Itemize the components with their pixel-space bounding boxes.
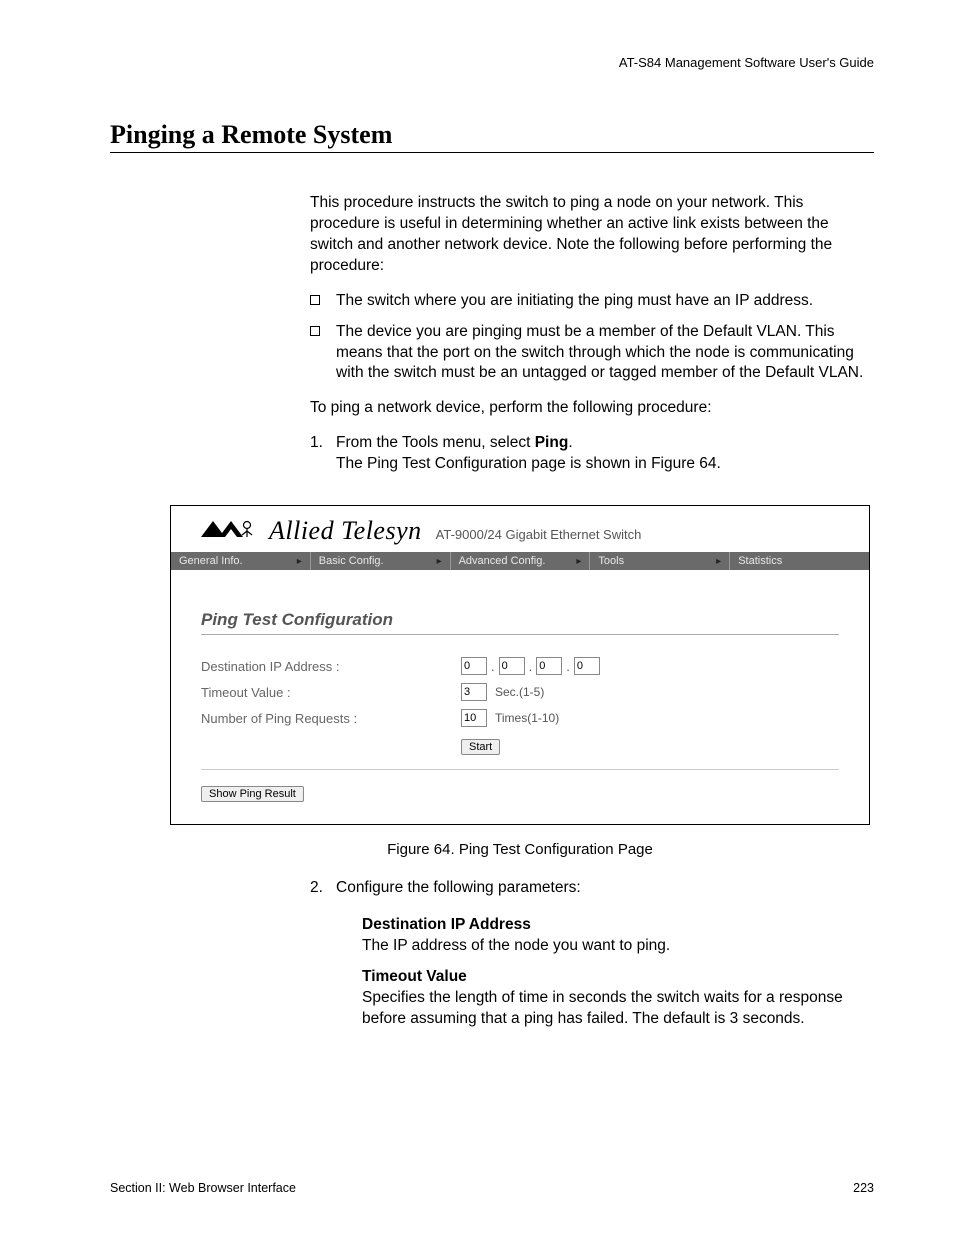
label-ping-count: Number of Ping Requests :	[201, 711, 461, 726]
bullet-item: The switch where you are initiating the …	[310, 291, 874, 312]
start-button[interactable]: Start	[461, 739, 500, 755]
row-show-result: Show Ping Result	[201, 769, 839, 802]
nav-general-info[interactable]: General Info.	[171, 552, 310, 570]
ip-octet-2[interactable]	[499, 657, 525, 675]
label-timeout: Timeout Value :	[201, 685, 461, 700]
nav-advanced-config[interactable]: Advanced Config.	[450, 552, 590, 570]
timeout-input[interactable]	[461, 683, 487, 701]
intro-paragraph: This procedure instructs the switch to p…	[310, 193, 874, 277]
ip-dot: .	[529, 659, 533, 674]
footer-section: Section II: Web Browser Interface	[110, 1181, 296, 1195]
lead-text: To ping a network device, perform the fo…	[310, 398, 874, 419]
nav-tools[interactable]: Tools	[589, 552, 729, 570]
bullet-item: The device you are pinging must be a mem…	[310, 322, 874, 385]
brand-name: Allied Telesyn	[269, 516, 422, 546]
ping-count-input[interactable]	[461, 709, 487, 727]
brand-row: Allied Telesyn AT-9000/24 Gigabit Ethern…	[171, 506, 869, 552]
ping-count-unit: Times(1-10)	[495, 711, 559, 725]
ip-dot: .	[566, 659, 570, 674]
panel-title: Ping Test Configuration	[201, 610, 839, 635]
row-ping-count: Number of Ping Requests : Times(1-10)	[201, 709, 839, 727]
running-header: AT-S84 Management Software User's Guide	[110, 55, 874, 70]
section-title: Pinging a Remote System	[110, 120, 874, 153]
step-1-text: From the Tools menu, select Ping.	[336, 434, 573, 451]
figure-navbar: General Info. Basic Config. Advanced Con…	[171, 552, 869, 570]
nav-statistics[interactable]: Statistics	[729, 552, 869, 570]
label-destination-ip: Destination IP Address :	[201, 659, 461, 674]
row-start: Start	[201, 735, 839, 755]
step-1-result: The Ping Test Configuration page is show…	[336, 454, 874, 475]
nav-basic-config[interactable]: Basic Config.	[310, 552, 450, 570]
ip-octet-3[interactable]	[536, 657, 562, 675]
ip-dot: .	[491, 659, 495, 674]
def-title-destination-ip: Destination IP Address	[362, 915, 874, 936]
def-title-timeout: Timeout Value	[362, 967, 874, 988]
timeout-unit: Sec.(1-5)	[495, 685, 544, 699]
figure-caption: Figure 64. Ping Test Configuration Page	[170, 841, 870, 858]
row-destination-ip: Destination IP Address : . . .	[201, 657, 839, 675]
row-timeout: Timeout Value : Sec.(1-5)	[201, 683, 839, 701]
step-2-text: Configure the following parameters:	[336, 879, 581, 896]
footer-page-number: 223	[853, 1181, 874, 1195]
ip-octet-4[interactable]	[574, 657, 600, 675]
figure-ping-config: Allied Telesyn AT-9000/24 Gigabit Ethern…	[170, 505, 870, 825]
show-ping-result-button[interactable]: Show Ping Result	[201, 786, 304, 802]
step-2: 2. Configure the following parameters: D…	[310, 878, 874, 1030]
def-body-destination-ip: The IP address of the node you want to p…	[362, 936, 874, 957]
allied-telesyn-logo-icon	[201, 519, 261, 539]
brand-model: AT-9000/24 Gigabit Ethernet Switch	[436, 527, 642, 542]
ip-octet-1[interactable]	[461, 657, 487, 675]
def-body-timeout: Specifies the length of time in seconds …	[362, 988, 874, 1030]
step-1: 1. From the Tools menu, select Ping. The…	[310, 433, 874, 475]
